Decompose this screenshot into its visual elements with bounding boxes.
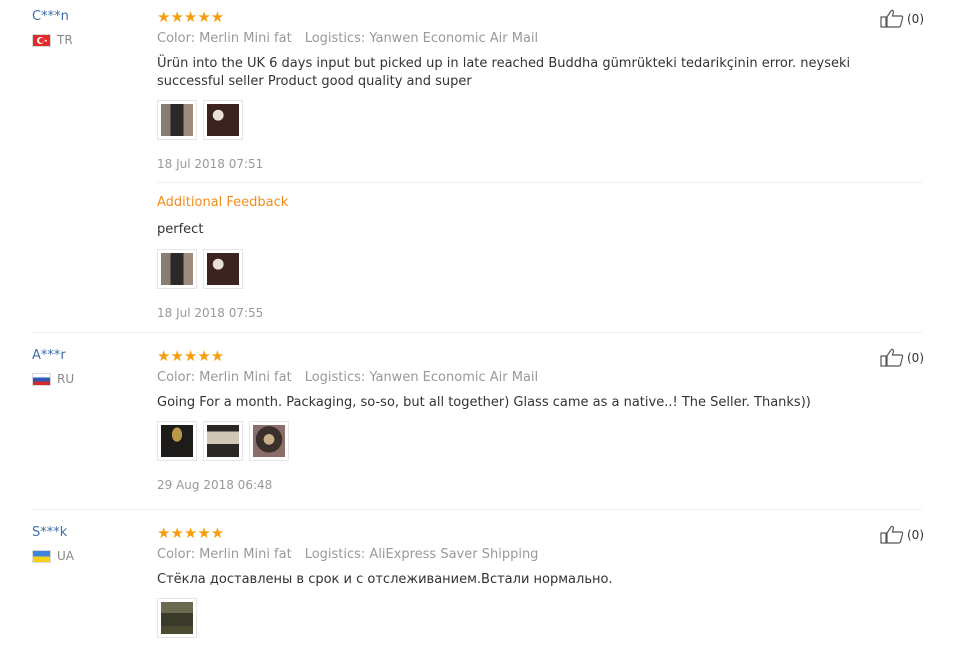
additional-feedback-text: perfect	[157, 222, 204, 237]
review-photos	[157, 421, 289, 461]
reviewer-name: A***r	[32, 348, 66, 363]
color-label: Color:	[157, 31, 196, 46]
logistics-value: Yanwen Economic Air Mail	[369, 31, 539, 46]
review-photos	[157, 100, 243, 140]
star-rating: ★★★★★	[157, 524, 225, 542]
review-photo-thumbnail[interactable]	[157, 249, 197, 289]
helpful-count: (0)	[907, 350, 924, 365]
color-label: Color:	[157, 370, 196, 385]
additional-feedback-date: 18 Jul 2018 07:55	[157, 306, 264, 320]
thumbs-up-icon	[880, 525, 904, 544]
thumbs-up-icon	[880, 348, 904, 367]
order-info: Color: Merlin Mini fat Logistics: AliExpres…	[157, 547, 538, 562]
helpful-button[interactable]: (0)	[880, 348, 924, 367]
review-photo-thumbnail[interactable]	[157, 598, 197, 638]
helpful-count: (0)	[907, 527, 924, 542]
review-text: Ürün into the UK 6 days input but picked…	[157, 56, 851, 89]
logistics-label: Logistics:	[304, 31, 366, 46]
country-code: RU	[57, 372, 75, 386]
reviewer-info: S***k UA	[32, 525, 74, 563]
ukraine-flag-icon	[32, 549, 51, 563]
country-code: TR	[57, 33, 73, 47]
logistics-label: Logistics:	[304, 370, 366, 385]
review-photo-thumbnail[interactable]	[203, 421, 243, 461]
review-date: 29 Aug 2018 06:48	[157, 478, 273, 492]
star-rating: ★★★★★	[157, 347, 225, 365]
order-info: Color: Merlin Mini fat Logistics: Yanwen Ec…	[157, 31, 538, 46]
review-photo-thumbnail[interactable]	[203, 100, 243, 140]
review-photo-thumbnail[interactable]	[157, 100, 197, 140]
helpful-count: (0)	[907, 11, 924, 26]
helpful-button[interactable]: (0)	[880, 525, 924, 544]
russia-flag-icon	[32, 372, 51, 386]
thumbs-up-icon	[880, 9, 904, 28]
review-date: 18 Jul 2018 07:51	[157, 157, 264, 171]
divider	[157, 182, 922, 183]
turkey-flag-icon: ★	[32, 33, 51, 47]
review-divider	[32, 509, 922, 510]
logistics-value: AliExpress Saver Shipping	[369, 547, 539, 562]
logistics-label: Logistics:	[304, 547, 366, 562]
reviewer-country: ★ TR	[32, 33, 73, 47]
helpful-button[interactable]: (0)	[880, 9, 924, 28]
reviewer-info: A***r RU	[32, 348, 74, 386]
reviewer-info: C***n ★ TR	[32, 9, 73, 47]
additional-photos	[157, 249, 243, 289]
color-value: Merlin Mini fat	[199, 547, 292, 562]
review-text: Стёкла доставлены в срок и с отслеживани…	[157, 572, 613, 587]
review-photo-thumbnail[interactable]	[203, 249, 243, 289]
review-photo-thumbnail[interactable]	[157, 421, 197, 461]
reviewer-name: S***k	[32, 525, 68, 540]
review-divider	[32, 332, 922, 333]
additional-feedback-label: Additional Feedback	[157, 195, 289, 210]
review-photo-thumbnail[interactable]	[249, 421, 289, 461]
star-rating: ★★★★★	[157, 8, 225, 26]
reviewer-name: C***n	[32, 9, 69, 24]
order-info: Color: Merlin Mini fat Logistics: Yanwen Ec…	[157, 370, 538, 385]
review-photos	[157, 598, 197, 638]
review-text: Going For a month. Packaging, so-so, but…	[157, 395, 811, 410]
reviewer-country: RU	[32, 372, 74, 386]
logistics-value: Yanwen Economic Air Mail	[369, 370, 539, 385]
reviewer-country: UA	[32, 549, 74, 563]
color-value: Merlin Mini fat	[199, 31, 292, 46]
color-value: Merlin Mini fat	[199, 370, 292, 385]
color-label: Color:	[157, 547, 196, 562]
country-code: UA	[57, 549, 74, 563]
